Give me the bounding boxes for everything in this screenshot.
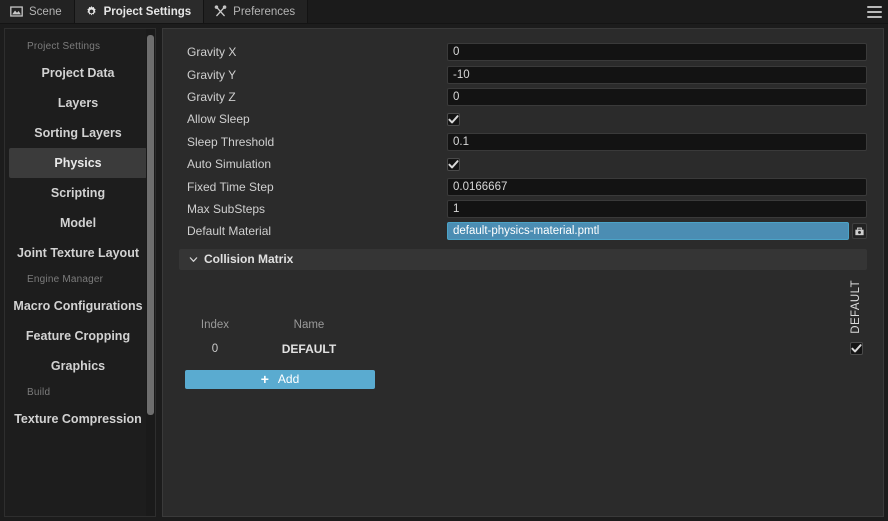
column-header-default-label: DEFAULT xyxy=(850,279,862,334)
property-row: Default Material xyxy=(179,220,867,242)
input-gravity-x[interactable] xyxy=(447,43,867,62)
column-header-default: DEFAULT xyxy=(845,272,867,334)
value-gravity-z xyxy=(447,87,867,106)
value-gravity-x xyxy=(447,43,867,62)
input-max-substeps[interactable] xyxy=(447,199,867,218)
add-layer-button-label: Add xyxy=(277,372,300,387)
tab-bar-spacer xyxy=(308,0,860,23)
sidebar-item-project-data[interactable]: Project Data xyxy=(9,58,147,88)
label-fixed-time-step: Fixed Time Step xyxy=(187,179,274,194)
tab-bar: Scene Project Settings Preferences xyxy=(0,0,888,24)
table-row: 0 DEFAULT xyxy=(179,334,867,364)
sidebar-item-texture-compression[interactable]: Texture Compression xyxy=(9,404,147,434)
collision-matrix-table: Index Name DEFAULT 0 DEFAULT + Add xyxy=(179,270,867,389)
cell-name: DEFAULT xyxy=(281,341,337,356)
plus-icon: + xyxy=(260,371,269,388)
label-allow-sleep: Allow Sleep xyxy=(187,112,250,127)
sidebar-item-sorting-layers[interactable]: Sorting Layers xyxy=(9,118,147,148)
label-gravity-x: Gravity X xyxy=(187,45,237,60)
sidebar-content: Project Settings Project Data Layers Sor… xyxy=(5,29,155,516)
input-gravity-y[interactable] xyxy=(447,65,867,84)
hamburger-menu-icon[interactable] xyxy=(860,0,888,23)
checkbox-collision-default-default[interactable] xyxy=(849,342,863,356)
sidebar: Project Settings Project Data Layers Sor… xyxy=(4,28,156,517)
property-row: Gravity Z xyxy=(179,86,867,108)
chevron-down-icon xyxy=(189,256,198,262)
asset-field-default-material xyxy=(447,222,867,241)
input-sleep-threshold[interactable] xyxy=(447,132,867,151)
tab-scene-label: Scene xyxy=(29,5,62,18)
label-max-substeps: Max SubSteps xyxy=(187,201,266,216)
property-row: Max SubSteps xyxy=(179,198,867,220)
cell-index: 0 xyxy=(211,342,219,355)
sidebar-group-label-build: Build xyxy=(27,387,51,398)
label-gravity-z: Gravity Z xyxy=(187,89,236,104)
sidebar-scrollbar[interactable] xyxy=(146,29,155,516)
sidebar-item-physics[interactable]: Physics xyxy=(9,148,147,178)
input-gravity-z[interactable] xyxy=(447,87,867,106)
input-fixed-time-step[interactable] xyxy=(447,177,867,196)
value-fixed-time-step xyxy=(447,177,867,196)
hamburger-line xyxy=(866,10,882,13)
asset-locate-icon xyxy=(855,227,864,235)
label-gravity-y: Gravity Y xyxy=(187,67,237,82)
label-default-material: Default Material xyxy=(187,224,272,239)
input-default-material[interactable] xyxy=(447,222,849,241)
collision-matrix-header[interactable]: Collision Matrix xyxy=(179,248,867,270)
sidebar-item-layers[interactable]: Layers xyxy=(9,88,147,118)
sidebar-item-joint-texture-layout[interactable]: Joint Texture Layout xyxy=(9,238,147,268)
sidebar-item-model[interactable]: Model xyxy=(9,208,147,238)
collision-matrix-title: Collision Matrix xyxy=(204,252,294,267)
checkbox-allow-sleep[interactable] xyxy=(447,112,460,126)
sidebar-item-graphics[interactable]: Graphics xyxy=(9,351,147,381)
value-max-substeps xyxy=(447,199,867,218)
property-row: Gravity Y xyxy=(179,63,867,85)
sidebar-item-macro-configurations[interactable]: Macro Configurations xyxy=(9,291,147,321)
value-allow-sleep xyxy=(447,112,867,126)
body: Project Settings Project Data Layers Sor… xyxy=(0,24,888,521)
tools-icon xyxy=(214,5,227,17)
property-row: Auto Simulation xyxy=(179,153,867,175)
property-row: Sleep Threshold xyxy=(179,131,867,153)
image-icon xyxy=(10,6,23,17)
label-sleep-threshold: Sleep Threshold xyxy=(187,134,275,149)
gear-icon xyxy=(86,5,96,16)
sidebar-group-label-engine-manager: Engine Manager xyxy=(27,274,104,285)
sidebar-item-feature-cropping[interactable]: Feature Cropping xyxy=(9,321,147,351)
check-icon xyxy=(448,159,459,169)
column-header-index: Index xyxy=(200,318,230,331)
value-default-material xyxy=(447,222,867,241)
checkbox-auto-simulation[interactable] xyxy=(447,157,460,171)
label-auto-simulation: Auto Simulation xyxy=(187,157,272,172)
settings-panel: Gravity X Gravity Y Gravity Z xyxy=(162,28,884,517)
check-icon xyxy=(850,344,862,353)
tab-scene[interactable]: Scene xyxy=(0,0,75,23)
property-row: Fixed Time Step xyxy=(179,175,867,197)
tab-project-settings[interactable]: Project Settings xyxy=(74,0,205,23)
sidebar-item-scripting[interactable]: Scripting xyxy=(9,178,147,208)
property-row: Allow Sleep xyxy=(179,108,867,130)
hamburger-line xyxy=(866,15,882,18)
cell-checkbox-default xyxy=(845,342,867,356)
tab-preferences[interactable]: Preferences xyxy=(204,0,309,23)
settings-content: Gravity X Gravity Y Gravity Z xyxy=(163,29,883,389)
collision-matrix-header-row: Index Name DEFAULT xyxy=(179,272,867,334)
hamburger-line xyxy=(866,5,882,8)
asset-picker-icon[interactable] xyxy=(852,223,867,240)
column-header-name: Name xyxy=(293,318,325,331)
add-layer-button[interactable]: + Add xyxy=(185,369,375,389)
tab-preferences-label: Preferences xyxy=(233,5,296,18)
value-gravity-y xyxy=(447,65,867,84)
check-icon xyxy=(448,115,459,124)
sidebar-scrollbar-thumb[interactable] xyxy=(147,35,154,415)
value-sleep-threshold xyxy=(447,132,867,151)
value-auto-simulation xyxy=(447,157,867,171)
tab-project-settings-label: Project Settings xyxy=(103,5,192,18)
property-row: Gravity X xyxy=(179,41,867,63)
sidebar-group-label-project-settings: Project Settings xyxy=(27,41,101,52)
